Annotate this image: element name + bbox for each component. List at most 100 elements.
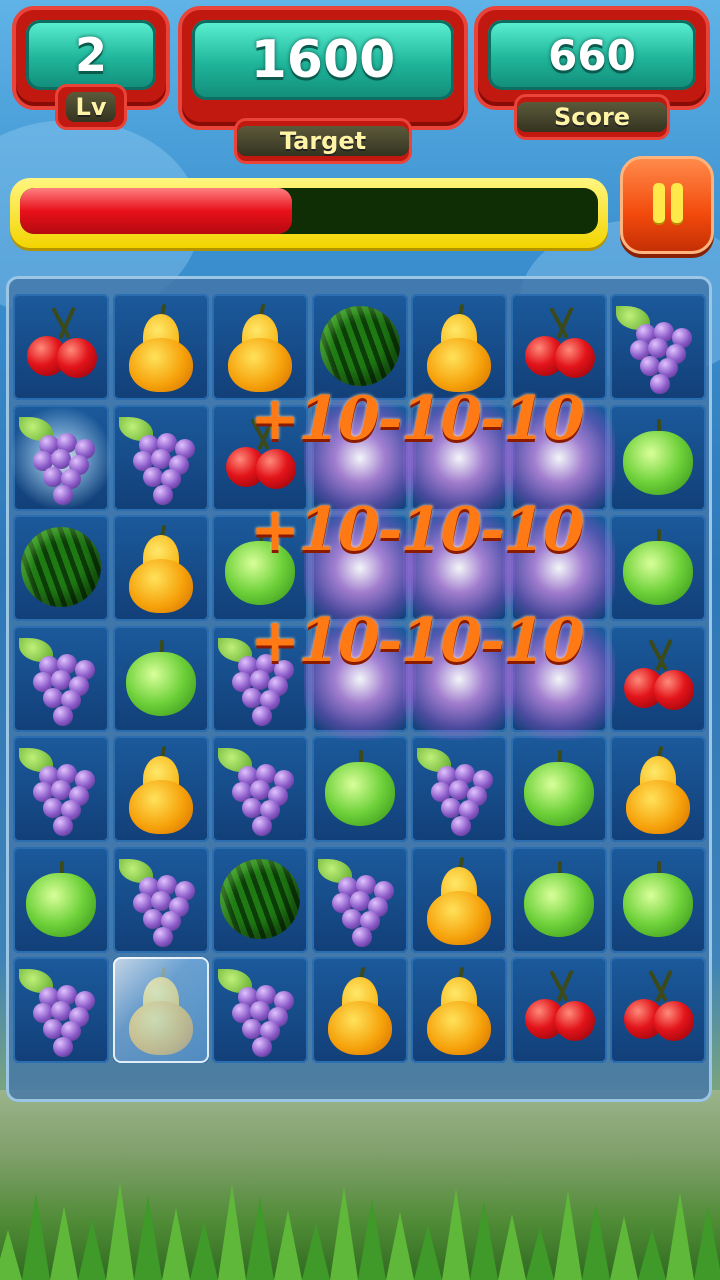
board-cell[interactable] — [610, 736, 706, 842]
board-cell[interactable] — [311, 846, 408, 953]
board-cell[interactable] — [112, 404, 209, 511]
pear-body — [327, 1001, 392, 1055]
grass-blade — [246, 1197, 274, 1280]
cherry-icon — [610, 957, 706, 1063]
board-cell[interactable] — [13, 846, 109, 953]
target-value: 1600 — [250, 30, 396, 90]
grape-icon — [13, 736, 109, 842]
grass-blade — [190, 1221, 218, 1280]
grape — [150, 890, 171, 911]
pause-button[interactable] — [620, 156, 714, 254]
grape-icon — [113, 847, 209, 953]
score-panel: 660 Score — [474, 6, 710, 140]
apple-body — [125, 651, 196, 716]
grape-icon — [610, 294, 706, 400]
cherry-icon — [511, 957, 607, 1063]
apple-body — [623, 541, 693, 605]
grape — [142, 466, 163, 487]
board-cell[interactable] — [13, 294, 109, 400]
pear-body — [626, 780, 690, 834]
watermelon-body — [220, 858, 300, 939]
progress-track — [20, 188, 598, 234]
board-cell[interactable] — [610, 957, 706, 1063]
board-cell[interactable] — [411, 846, 507, 953]
board-cell[interactable] — [311, 957, 408, 1063]
board-cell[interactable] — [510, 957, 607, 1063]
grape — [650, 374, 670, 394]
pear-icon — [411, 957, 507, 1063]
grass-blade — [330, 1186, 358, 1280]
board-cell[interactable] — [13, 515, 109, 621]
board-cell[interactable] — [112, 294, 209, 400]
board-cell[interactable] — [112, 846, 209, 953]
score-tag: Score — [514, 94, 670, 140]
board-cell[interactable] — [112, 957, 209, 1063]
apple-body — [26, 872, 96, 937]
grape-icon — [13, 405, 109, 511]
level-value: 2 — [74, 28, 107, 82]
progress-fill — [20, 188, 292, 234]
board-cell[interactable] — [610, 294, 706, 400]
grape — [250, 1001, 270, 1021]
grape-icon — [13, 957, 109, 1063]
board-cell[interactable] — [13, 736, 109, 842]
grape — [252, 816, 272, 836]
apple-icon — [113, 626, 209, 732]
grass-blade — [386, 1212, 414, 1280]
board-cell[interactable] — [112, 515, 209, 621]
grape — [252, 705, 272, 726]
board-cell[interactable] — [112, 625, 209, 732]
board-cell[interactable] — [610, 625, 706, 732]
grape-icon — [13, 626, 109, 732]
grass-blade — [694, 1205, 720, 1280]
target-label: Target — [279, 127, 367, 155]
grape — [242, 798, 262, 818]
pear-icon — [610, 736, 706, 842]
grape — [250, 780, 270, 800]
progress-bar — [10, 178, 608, 248]
grape — [341, 908, 362, 929]
board-cell[interactable] — [212, 957, 308, 1063]
board-cell[interactable] — [13, 625, 109, 732]
board-cell[interactable] — [610, 515, 706, 621]
board-cell[interactable] — [610, 846, 706, 953]
apple-body — [523, 762, 594, 826]
level-panel: 2 Lv — [12, 6, 170, 130]
grass-blade — [0, 1230, 22, 1280]
grape — [449, 780, 469, 800]
board-cell[interactable] — [212, 736, 308, 842]
score-value: 660 — [548, 30, 636, 80]
board-cell[interactable] — [311, 736, 408, 842]
board-cell[interactable] — [510, 846, 607, 953]
grass-blade — [50, 1206, 78, 1280]
level-label: Lv — [75, 93, 107, 121]
cherry-icon — [13, 294, 109, 400]
pear-body — [128, 559, 193, 613]
grape-icon — [212, 957, 308, 1063]
pear-icon — [113, 736, 209, 842]
cherry — [554, 1001, 595, 1041]
board-cell[interactable] — [212, 846, 308, 953]
board-cell[interactable] — [510, 736, 607, 842]
grass-blade — [442, 1188, 470, 1280]
grape — [51, 448, 71, 469]
score-display: 660 — [488, 20, 696, 90]
grape — [43, 1019, 63, 1039]
grass-blade — [274, 1210, 302, 1280]
grass-blade — [22, 1193, 50, 1280]
pear-body — [128, 338, 193, 392]
board-cell[interactable] — [610, 404, 706, 511]
pear-icon — [113, 515, 209, 621]
watermelon-icon — [212, 847, 308, 953]
grass-blade — [302, 1223, 330, 1280]
cherry — [256, 448, 296, 489]
cherry — [554, 338, 595, 378]
board-cell[interactable] — [112, 736, 209, 842]
board-cell[interactable] — [11, 402, 111, 513]
grass-blade — [218, 1184, 246, 1280]
target-panel: 1600 Target — [178, 6, 468, 164]
board-cell[interactable] — [13, 957, 109, 1063]
board-cell[interactable] — [411, 736, 507, 842]
ice-block — [112, 957, 209, 1063]
board-cell[interactable] — [411, 957, 507, 1063]
